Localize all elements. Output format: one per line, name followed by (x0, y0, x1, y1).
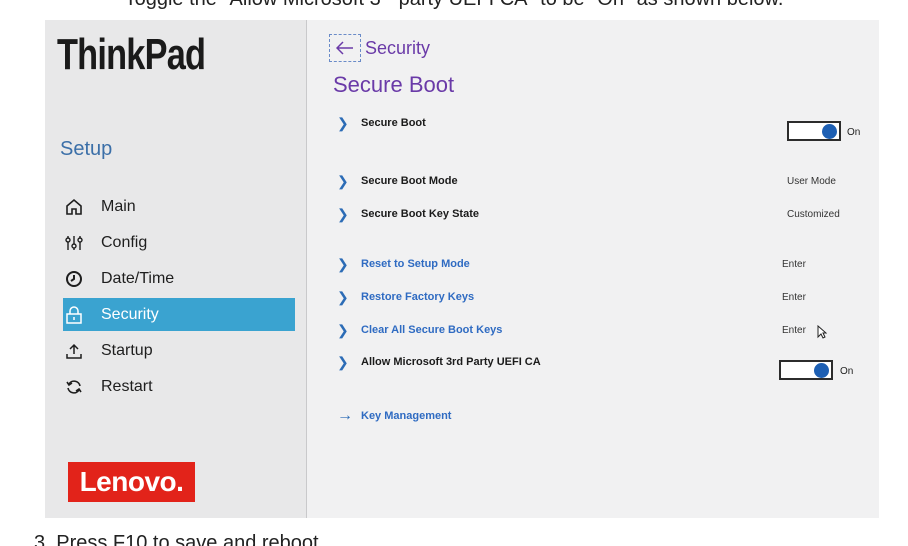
setting-row-key-state[interactable]: ❯ Secure Boot Key State Customized (337, 203, 857, 225)
sidebar-item-config[interactable]: Config (63, 226, 295, 259)
back-button[interactable]: Security (329, 34, 430, 62)
sidebar-nav: Main Config Date/Time Security Startup R… (63, 190, 295, 406)
setting-row-clear-all-keys[interactable]: ❯ Clear All Secure Boot Keys Enter (337, 319, 857, 341)
clock-icon (65, 269, 91, 289)
toggle-state-text: On (840, 366, 854, 377)
setting-value: Enter (782, 291, 806, 303)
setting-label: Secure Boot Mode (361, 175, 458, 187)
sidebar-item-label: Date/Time (101, 269, 175, 287)
sidebar-item-label: Security (101, 305, 159, 323)
instruction-caption-top: Toggle the "Allow Microsoft 3ʳᵈ party UE… (0, 0, 908, 11)
sidebar-item-label: Config (101, 233, 148, 251)
sidebar-item-security[interactable]: Security (63, 298, 295, 331)
chevron-right-icon: ❯ (337, 321, 349, 338)
instruction-caption-bottom: 3. Press F10 to save and reboot. (34, 532, 325, 546)
setting-value: Enter (782, 258, 806, 270)
setting-label: Key Management (361, 410, 452, 422)
sidebar: ThinkPad Setup Main Config Date/Time Sec… (45, 20, 307, 518)
home-icon (65, 197, 91, 217)
setting-label: Clear All Secure Boot Keys (361, 324, 503, 336)
restart-icon (65, 377, 91, 397)
sidebar-item-label: Restart (101, 377, 153, 395)
page-title: Secure Boot (333, 72, 455, 97)
chevron-right-icon: ❯ (337, 205, 349, 222)
setting-row-key-management[interactable]: → Key Management (337, 405, 857, 427)
setting-row-restore-factory-keys[interactable]: ❯ Restore Factory Keys Enter (337, 286, 857, 308)
sidebar-item-label: Main (101, 197, 136, 215)
sliders-icon (65, 233, 91, 253)
setting-label: Restore Factory Keys (361, 291, 475, 303)
chevron-right-icon: ❯ (337, 255, 349, 272)
setup-title: Setup (60, 138, 113, 160)
sidebar-item-restart[interactable]: Restart (63, 370, 295, 403)
setting-value: Customized (787, 208, 840, 220)
toggle-state-text: On (847, 127, 861, 138)
sidebar-item-label: Startup (101, 341, 153, 359)
sidebar-item-date-time[interactable]: Date/Time (63, 262, 295, 295)
arrow-right-icon: → (337, 407, 353, 424)
thinkpad-logo: ThinkPad (57, 30, 206, 79)
lenovo-logo: Lenovo. (68, 462, 195, 502)
toggle-knob (814, 362, 829, 378)
sidebar-item-startup[interactable]: Startup (63, 334, 295, 367)
upload-icon (65, 341, 91, 361)
back-arrow-icon (329, 34, 361, 62)
back-label: Security (365, 37, 431, 58)
chevron-right-icon: ❯ (337, 172, 349, 189)
main-panel: Security Secure Boot ❯ Secure Boot On ❯ … (307, 20, 879, 518)
mouse-cursor-icon (817, 324, 828, 344)
sidebar-item-main[interactable]: Main (63, 190, 295, 223)
setting-value: User Mode (787, 175, 836, 187)
chevron-right-icon: ❯ (337, 288, 349, 305)
chevron-right-icon: ❯ (337, 353, 349, 370)
secure-boot-toggle[interactable] (787, 121, 841, 141)
allow-microsoft-uefi-ca-toggle[interactable] (779, 360, 833, 380)
lock-icon (65, 305, 91, 325)
setting-label: Allow Microsoft 3rd Party UEFI CA (361, 356, 541, 368)
setting-label: Secure Boot (361, 117, 426, 129)
bios-screen: ThinkPad Setup Main Config Date/Time Sec… (45, 20, 879, 518)
toggle-knob (822, 123, 837, 139)
setting-label: Secure Boot Key State (361, 208, 479, 220)
chevron-right-icon: ❯ (337, 114, 349, 131)
setting-value: Enter (782, 324, 806, 336)
setting-row-reset-setup-mode[interactable]: ❯ Reset to Setup Mode Enter (337, 253, 857, 275)
setting-row-secure-boot[interactable]: ❯ Secure Boot (337, 112, 857, 134)
setting-row-secure-boot-mode[interactable]: ❯ Secure Boot Mode User Mode (337, 170, 857, 192)
setting-label: Reset to Setup Mode (361, 258, 470, 270)
